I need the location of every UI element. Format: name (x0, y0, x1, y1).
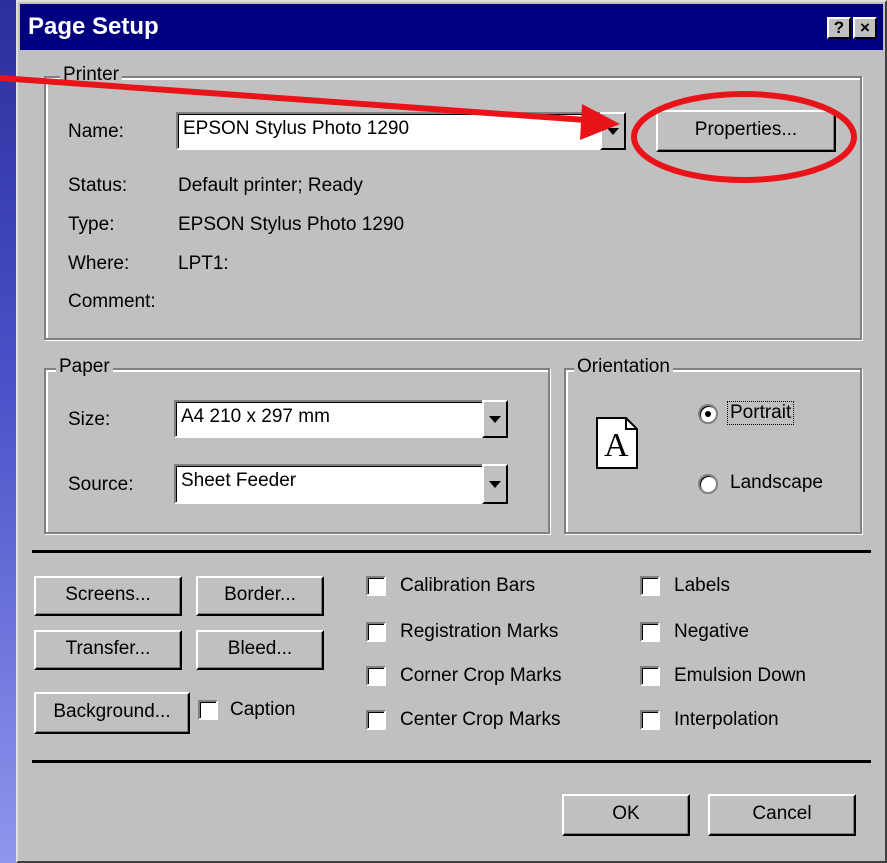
chevron-down-icon (489, 416, 501, 423)
landscape-label[interactable]: Landscape (730, 472, 823, 494)
comment-label: Comment: (68, 291, 156, 312)
labels-label[interactable]: Labels (674, 575, 730, 597)
caption-label[interactable]: Caption (230, 699, 296, 721)
emulsion-down-label[interactable]: Emulsion Down (674, 665, 806, 687)
ok-button[interactable]: OK (562, 794, 690, 836)
screens-button[interactable]: Screens... (34, 576, 182, 616)
landscape-radio[interactable] (698, 474, 718, 494)
status-value: Default printer; Ready (178, 175, 363, 196)
paper-source-field[interactable]: Sheet Feeder (174, 464, 492, 504)
orientation-legend: Orientation (574, 356, 673, 378)
type-label: Type: (68, 214, 115, 235)
printer-name-dropdown[interactable] (600, 112, 626, 150)
calibration-bars-label[interactable]: Calibration Bars (400, 575, 535, 597)
paper-legend: Paper (56, 356, 113, 378)
portrait-page-icon: A (596, 417, 638, 469)
negative-label[interactable]: Negative (674, 621, 749, 643)
paper-source-dropdown[interactable] (482, 464, 508, 504)
paper-size-dropdown[interactable] (482, 400, 508, 438)
title-bar: Page Setup ? × (20, 4, 883, 50)
corner-crop-marks-label[interactable]: Corner Crop Marks (400, 665, 562, 687)
type-value: EPSON Stylus Photo 1290 (178, 214, 405, 235)
page-setup-dialog: Page Setup ? × Printer Name: EPSON Stylu… (16, 0, 887, 863)
corner-crop-marks-checkbox[interactable] (366, 666, 386, 686)
chevron-down-icon (607, 128, 619, 135)
chevron-down-icon (489, 481, 501, 488)
paper-group (44, 368, 550, 534)
printer-legend: Printer (60, 64, 122, 86)
interpolation-checkbox[interactable] (640, 710, 660, 730)
labels-checkbox[interactable] (640, 576, 660, 596)
where-value: LPT1: (178, 253, 229, 274)
calibration-bars-checkbox[interactable] (366, 576, 386, 596)
interpolation-label[interactable]: Interpolation (674, 709, 779, 731)
negative-checkbox[interactable] (640, 622, 660, 642)
dialog-title: Page Setup (28, 13, 159, 40)
paper-size-field[interactable]: A4 210 x 297 mm (174, 400, 492, 438)
page-icon-letter: A (604, 427, 629, 464)
portrait-radio[interactable] (698, 404, 718, 424)
status-label: Status: (68, 175, 128, 196)
printer-name-field[interactable]: EPSON Stylus Photo 1290 (176, 112, 612, 150)
caption-checkbox[interactable] (198, 700, 218, 720)
separator-bottom (32, 760, 871, 763)
registration-marks-checkbox[interactable] (366, 622, 386, 642)
portrait-label[interactable]: Portrait (726, 401, 795, 425)
printer-name-label: Name: (68, 121, 124, 142)
center-crop-marks-checkbox[interactable] (366, 710, 386, 730)
paper-source-label: Source: (68, 474, 134, 495)
emulsion-down-checkbox[interactable] (640, 666, 660, 686)
registration-marks-label[interactable]: Registration Marks (400, 621, 558, 643)
center-crop-marks-label[interactable]: Center Crop Marks (400, 709, 561, 731)
border-button[interactable]: Border... (196, 576, 324, 616)
close-button[interactable]: × (853, 17, 877, 39)
radio-selected-dot (705, 411, 711, 417)
where-label: Where: (68, 253, 130, 274)
paper-size-label: Size: (68, 409, 111, 430)
properties-button[interactable]: Properties... (656, 110, 836, 152)
bleed-button[interactable]: Bleed... (196, 630, 324, 670)
separator-top (32, 550, 871, 553)
transfer-button[interactable]: Transfer... (34, 630, 182, 670)
background-button[interactable]: Background... (34, 692, 190, 734)
cancel-button[interactable]: Cancel (708, 794, 856, 836)
help-button[interactable]: ? (827, 17, 851, 39)
